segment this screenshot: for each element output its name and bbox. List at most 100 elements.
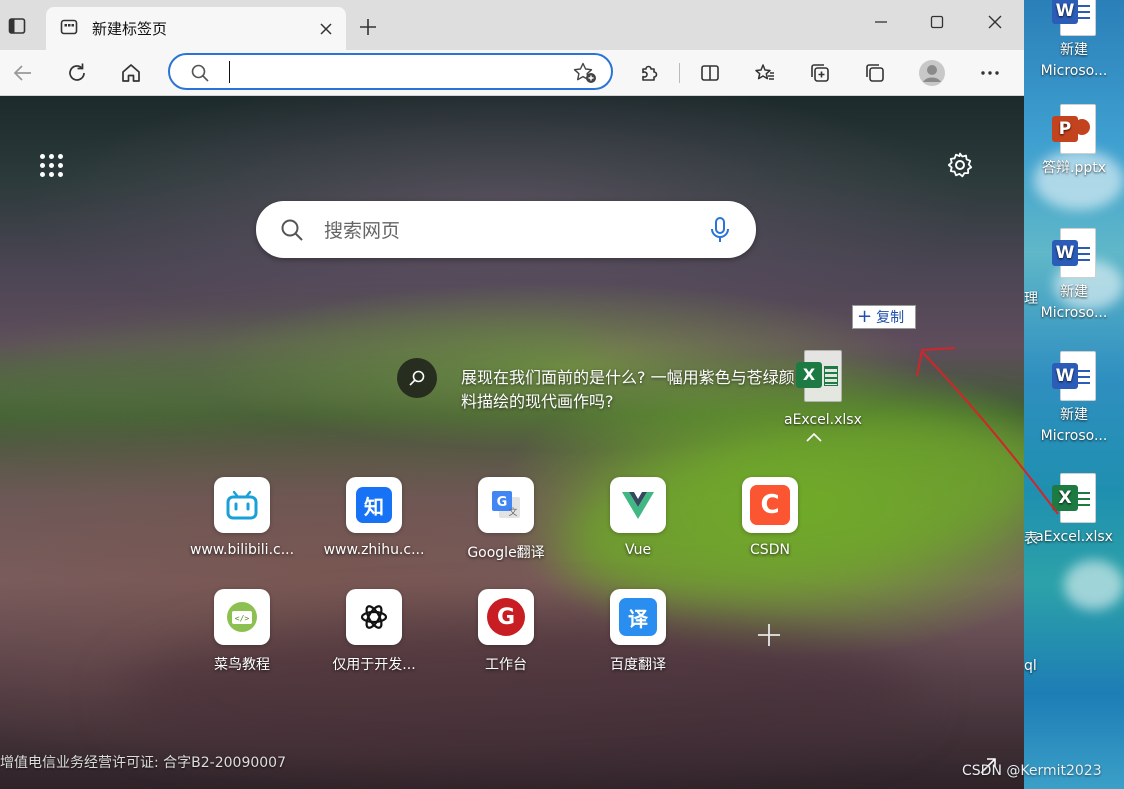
- csdn-icon: C: [742, 477, 798, 533]
- plus-icon: [360, 19, 376, 35]
- plus-icon: [758, 624, 780, 646]
- address-bar[interactable]: [168, 53, 613, 90]
- quick-link-openai[interactable]: 仅用于开发...: [319, 589, 429, 674]
- baidu-translate-icon: 译: [610, 589, 666, 645]
- add-favorite-button[interactable]: [572, 61, 598, 85]
- word-file-icon: W: [1052, 0, 1096, 38]
- tab-title: 新建标签页: [92, 20, 168, 38]
- desktop-icon-word-2[interactable]: W 新建 Microso...: [1024, 228, 1124, 324]
- desktop-icon-label: 新建: [1060, 42, 1088, 58]
- favorites-button[interactable]: [750, 58, 780, 88]
- background-info[interactable]: 展现在我们面前的是什么? 一幅用紫色与苍绿颜料描绘的现代画作吗?: [397, 358, 817, 418]
- zhihu-glyph: 知: [356, 487, 392, 523]
- quick-link-label: www.zhihu.c...: [323, 542, 425, 558]
- collections-button[interactable]: [805, 58, 835, 88]
- visual-search-button[interactable]: [397, 358, 437, 398]
- quick-link-gitee[interactable]: G 工作台: [451, 589, 561, 674]
- profile-button[interactable]: [915, 56, 949, 90]
- star-add-icon: [573, 62, 596, 83]
- maximize-button[interactable]: [922, 8, 952, 36]
- tab-close-button[interactable]: [316, 19, 336, 39]
- zhihu-icon: 知: [346, 477, 402, 533]
- desktop-background: W 新建 Microso... P 答辩.pptx W 新建 Microso..…: [1024, 0, 1124, 789]
- search-icon: [190, 63, 210, 87]
- quick-link-runoob[interactable]: </> 菜鸟教程: [187, 589, 297, 674]
- browser-window: 新建标签页 搜索网页 展现在我们面前的是什么? 一幅用紫色与苍绿颜料描绘的现代画…: [0, 0, 1024, 789]
- desktop-icon-word-3[interactable]: W 新建 Microso...: [1024, 351, 1124, 447]
- quick-link-csdn[interactable]: C CSDN: [715, 477, 825, 558]
- desktop-icon-pptx[interactable]: P 答辩.pptx: [1024, 104, 1124, 179]
- toolbar-divider: [679, 63, 680, 83]
- new-tab-button[interactable]: [354, 14, 382, 40]
- microphone-icon: [711, 217, 729, 242]
- split-screen-icon: [701, 65, 719, 81]
- extensions-button[interactable]: [634, 58, 664, 88]
- workspaces-button[interactable]: [860, 58, 890, 88]
- back-button[interactable]: [8, 58, 38, 88]
- powerpoint-file-icon: P: [1052, 104, 1096, 156]
- more-icon: [981, 71, 999, 75]
- license-text[interactable]: 增值电信业务经营许可证: 合字B2-20090007: [0, 752, 286, 772]
- collections-icon: [811, 64, 829, 82]
- web-search-input[interactable]: [324, 219, 684, 243]
- more-options-button[interactable]: [975, 58, 1005, 88]
- excel-file-icon: X: [794, 348, 844, 404]
- desktop-icon-excel[interactable]: X aExcel.xlsx: [1024, 473, 1124, 548]
- address-input[interactable]: [228, 62, 548, 82]
- tab-actions-button[interactable]: [4, 14, 30, 38]
- gitee-icon: G: [478, 589, 534, 645]
- quick-link-zhihu[interactable]: 知 www.zhihu.c...: [319, 477, 429, 558]
- web-search-box[interactable]: [256, 201, 756, 258]
- word-file-icon: W: [1052, 351, 1096, 403]
- minimize-button[interactable]: [866, 8, 896, 36]
- svg-text:</>: </>: [235, 614, 250, 623]
- desktop-icon-label: 答辩.pptx: [1042, 160, 1106, 176]
- minimize-icon: [875, 21, 887, 23]
- maximize-icon: [930, 15, 944, 29]
- desktop-partial-label: ql: [1024, 658, 1037, 674]
- quick-link-label: Vue: [624, 542, 652, 558]
- app-launcher-button[interactable]: [38, 152, 66, 180]
- close-window-button[interactable]: [980, 8, 1010, 36]
- new-tab-page-icon: [60, 18, 78, 40]
- search-icon: [409, 370, 425, 386]
- word-file-icon: W: [1052, 228, 1096, 280]
- refresh-button[interactable]: [62, 58, 92, 88]
- excel-file-icon: X: [1052, 473, 1096, 525]
- add-quick-link-button[interactable]: [754, 620, 784, 650]
- vue-icon: [610, 477, 666, 533]
- drag-file-name: aExcel.xlsx: [784, 412, 862, 428]
- page-settings-button[interactable]: [946, 151, 974, 179]
- voice-search-button[interactable]: [708, 216, 732, 244]
- quick-link-label: CSDN: [750, 542, 790, 558]
- desktop-icon-word-1[interactable]: W 新建 Microso...: [1024, 0, 1124, 82]
- quick-link-label: 百度翻译: [610, 657, 666, 673]
- desktop-icon-label: Microso...: [1040, 305, 1108, 321]
- split-screen-button[interactable]: [695, 58, 725, 88]
- tab-strip: 新建标签页: [0, 0, 1024, 50]
- copy-label: 复制: [876, 310, 905, 326]
- background-caption[interactable]: 展现在我们面前的是什么? 一幅用紫色与苍绿颜料描绘的现代画作吗?: [461, 366, 801, 414]
- openai-icon: [346, 589, 402, 645]
- quick-link-bilibili[interactable]: www.bilibili.c...: [187, 477, 297, 558]
- svg-text:G: G: [497, 495, 508, 510]
- home-button[interactable]: [116, 58, 146, 88]
- desktop-icon-label: aExcel.xlsx: [1035, 529, 1113, 545]
- tab-actions-icon: [8, 18, 26, 34]
- plus-icon: +: [857, 306, 873, 327]
- puzzle-icon: [642, 65, 658, 81]
- quick-link-label: Google翻译: [467, 545, 545, 561]
- watermark: CSDN @Kermit2023: [962, 763, 1102, 779]
- refresh-icon: [69, 63, 85, 81]
- quick-link-label: 工作台: [485, 657, 527, 673]
- tab-new-tab[interactable]: 新建标签页: [46, 7, 346, 50]
- avatar-icon: [919, 60, 945, 86]
- desktop-icon-label: 新建: [1060, 284, 1088, 300]
- gitee-glyph: G: [487, 598, 525, 636]
- close-icon: [320, 23, 332, 35]
- back-arrow-icon: [13, 65, 31, 81]
- quick-link-vue[interactable]: Vue: [583, 477, 693, 558]
- quick-link-baidu-translate[interactable]: 译 百度翻译: [583, 589, 693, 674]
- desktop-icon-label: Microso...: [1040, 63, 1108, 79]
- quick-link-google-translate[interactable]: G文 Google翻译: [451, 477, 561, 562]
